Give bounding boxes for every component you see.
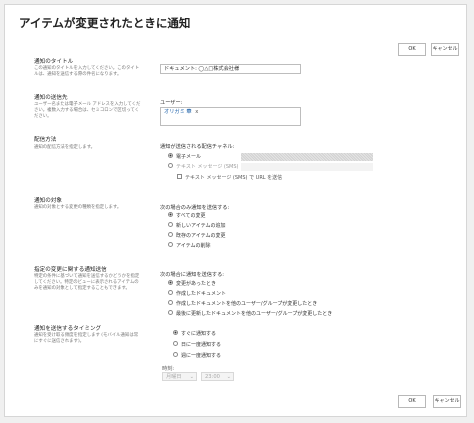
cancel-button-top[interactable]: キャンセル	[431, 43, 459, 56]
radio-icon[interactable]	[173, 341, 178, 346]
radio-icon[interactable]	[168, 300, 173, 305]
time-label: 時刻:	[162, 366, 175, 372]
filter-prompt: 次の場合に通知を送信する:	[160, 272, 224, 278]
users-label: ユーザー:	[160, 100, 183, 106]
channel-label: 通知が送信される配信チャネル:	[160, 144, 235, 150]
delivery-option-email[interactable]: 電子メール	[168, 153, 201, 161]
radio-selected-icon[interactable]	[173, 330, 178, 335]
email-address-field	[241, 153, 373, 161]
timing-option-daily[interactable]: 日に一度通知する	[173, 341, 221, 349]
radio-selected-icon[interactable]	[168, 153, 173, 158]
chevron-down-icon: ⌄	[226, 374, 231, 380]
ok-button-top[interactable]: OK	[398, 43, 426, 56]
chip-remove-icon[interactable]: x	[195, 109, 198, 115]
radio-icon[interactable]	[168, 232, 173, 237]
delivery-section-heading: 配信方法	[34, 137, 57, 143]
radio-icon[interactable]	[168, 163, 173, 168]
radio-icon[interactable]	[168, 222, 173, 227]
sms-number-field	[241, 163, 373, 171]
radio-icon[interactable]	[168, 242, 173, 247]
target-option-modified[interactable]: 既存のアイテムの変更	[168, 232, 226, 240]
delivery-section-description: 通知の配信方法を指定します。	[34, 145, 96, 150]
timing-section-description: 通知を受け取る頻度を指定します (モバイル通知は常にすぐに送信されます)。	[34, 333, 139, 344]
page-title: アイテムが変更されたときに通知	[19, 16, 191, 30]
title-section-description: この通知のタイトルを入力してください。このタイトルは、通知を送信する際の件名にな…	[34, 66, 140, 77]
delivery-option-sms[interactable]: テキスト メッセージ (SMS)	[168, 163, 239, 171]
filter-option-created-changed[interactable]: 作成したドキュメントを他のユーザー/グループが変更したとき	[168, 300, 317, 308]
notification-panel: アイテムが変更されたときに通知 OK キャンセル 通知のタイトル この通知のタイ…	[4, 4, 467, 417]
chevron-down-icon: ⌄	[189, 374, 194, 380]
target-option-all[interactable]: すべての変更	[168, 212, 205, 220]
sms-url-checkbox[interactable]: テキスト メッセージ (SMS) で URL を送信	[177, 174, 282, 182]
target-section-description: 通知の対象とする変更の種類を指定します。	[34, 205, 122, 210]
radio-icon[interactable]	[168, 290, 173, 295]
recipients-section-heading: 通知の送信先	[34, 95, 68, 101]
target-option-new[interactable]: 新しいアイテムの追加	[168, 222, 226, 230]
radio-selected-icon[interactable]	[168, 212, 173, 217]
target-section-heading: 通知の対象	[34, 198, 62, 204]
checkbox-icon[interactable]	[177, 174, 182, 179]
recipients-section-description: ユーザー名または電子メール アドレスを入力してください。複数入力する場合は、セミ…	[34, 102, 141, 119]
filter-section-heading: 指定の変更に関する通知送信	[34, 267, 107, 273]
ok-button-bottom[interactable]: OK	[398, 395, 426, 408]
timing-option-immediate[interactable]: すぐに通知する	[173, 330, 216, 338]
filter-option-any[interactable]: 変更があったとき	[168, 280, 216, 288]
filter-option-last-updated-changed[interactable]: 最後に更新したドキュメントを他のユーザー/グループが変更したとき	[168, 310, 332, 318]
user-chip[interactable]: オリガミ 華	[164, 109, 192, 115]
title-section-heading: 通知のタイトル	[34, 59, 74, 65]
target-option-deleted[interactable]: アイテムの削除	[168, 242, 211, 250]
timing-option-weekly[interactable]: 週に一度通知する	[173, 352, 221, 360]
time-select[interactable]: 23:00 ⌄	[201, 372, 234, 381]
radio-icon[interactable]	[168, 310, 173, 315]
title-input[interactable]: ドキュメント: ◯△□株式会社様	[160, 64, 301, 74]
cancel-button-bottom[interactable]: キャンセル	[433, 395, 461, 408]
target-prompt: 次の場合のみ通知を送信する:	[160, 205, 230, 211]
filter-section-description: 特定の条件に基づいて通知を送信するかどうかを指定してください。特定のビューに表示…	[34, 274, 140, 291]
radio-icon[interactable]	[173, 352, 178, 357]
filter-option-created[interactable]: 作成したドキュメント	[168, 290, 226, 298]
day-select[interactable]: 月曜日 ⌄	[162, 372, 197, 381]
users-picker[interactable]: オリガミ 華 x	[160, 107, 301, 126]
timing-section-heading: 通知を送信するタイミング	[34, 326, 102, 332]
radio-selected-icon[interactable]	[168, 280, 173, 285]
